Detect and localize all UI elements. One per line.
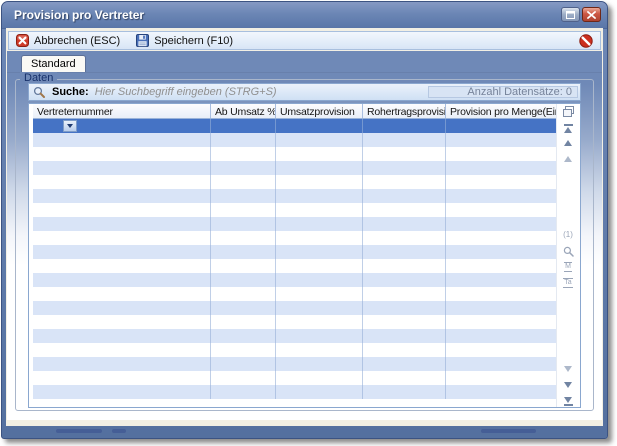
frame-grip bbox=[112, 429, 126, 433]
filter-icon[interactable]: Ta bbox=[560, 278, 576, 288]
page-up-icon[interactable] bbox=[560, 140, 576, 146]
column-header[interactable]: Vertreternummer bbox=[33, 104, 211, 118]
row-dropdown-button[interactable] bbox=[63, 120, 77, 132]
grid-rows bbox=[33, 119, 558, 399]
record-count-value: 0 bbox=[566, 86, 572, 98]
app-window: Provision pro Vertreter Abbrechen (ESC) S… bbox=[1, 1, 608, 439]
count-icon[interactable]: (1) bbox=[560, 230, 576, 239]
magnifier-icon bbox=[33, 86, 46, 99]
cancel-label: Abbrechen (ESC) bbox=[34, 35, 120, 47]
window-title: Provision pro Vertreter bbox=[14, 8, 144, 22]
frame-grip bbox=[481, 429, 536, 433]
save-button[interactable]: Speichern (F10) bbox=[136, 34, 233, 47]
table-row[interactable] bbox=[33, 133, 558, 147]
grid-nav-strip: (1) M Ta bbox=[556, 104, 580, 407]
table-row[interactable] bbox=[33, 217, 558, 231]
column-header[interactable]: Ab Umsatz % bbox=[211, 104, 276, 118]
restore-button[interactable] bbox=[561, 7, 580, 22]
sum-icon[interactable]: M bbox=[560, 262, 576, 272]
title-bar: Provision pro Vertreter bbox=[2, 2, 607, 29]
toolbar: Abbrechen (ESC) Speichern (F10) bbox=[8, 31, 601, 50]
tab-divider bbox=[7, 72, 602, 73]
go-first-icon[interactable] bbox=[560, 124, 576, 133]
client-area: Abbrechen (ESC) Speichern (F10) Standard bbox=[6, 28, 603, 426]
tab-standard[interactable]: Standard bbox=[21, 55, 86, 72]
record-count-label: Anzahl Datensätze: bbox=[467, 86, 562, 98]
table-row[interactable] bbox=[33, 385, 558, 399]
table-row[interactable] bbox=[33, 371, 558, 385]
table-row[interactable] bbox=[33, 259, 558, 273]
table-row[interactable] bbox=[33, 343, 558, 357]
table-row[interactable] bbox=[33, 273, 558, 287]
table-row[interactable] bbox=[33, 203, 558, 217]
toolbar-buttons: Abbrechen (ESC) Speichern (F10) bbox=[16, 34, 233, 47]
close-button[interactable] bbox=[582, 7, 601, 22]
step-up-icon[interactable] bbox=[560, 156, 576, 162]
red-x-icon bbox=[16, 34, 29, 47]
blocked-circle-icon[interactable] bbox=[579, 34, 593, 48]
table-row[interactable] bbox=[33, 329, 558, 343]
table-row[interactable] bbox=[33, 357, 558, 371]
frame-grip bbox=[56, 429, 102, 433]
search-input[interactable]: Hier Suchbegriff eingeben (STRG+S) bbox=[95, 86, 277, 98]
table-row[interactable] bbox=[33, 301, 558, 315]
close-icon bbox=[587, 11, 596, 19]
cancel-button[interactable]: Abbrechen (ESC) bbox=[16, 34, 120, 47]
data-grid: VertreternummerAb Umsatz %Umsatzprovisio… bbox=[28, 103, 581, 408]
column-header[interactable]: Rohertragsprovision bbox=[363, 104, 446, 118]
chevron-down-icon bbox=[67, 124, 73, 128]
grid-header-row: VertreternummerAb Umsatz %Umsatzprovisio… bbox=[33, 104, 558, 119]
table-row[interactable] bbox=[33, 315, 558, 329]
restore-icon bbox=[566, 11, 575, 19]
table-row[interactable] bbox=[33, 175, 558, 189]
screen: Provision pro Vertreter Abbrechen (ESC) S… bbox=[0, 0, 617, 446]
column-header[interactable]: Umsatzprovision bbox=[276, 104, 363, 118]
table-row[interactable] bbox=[33, 231, 558, 245]
step-down-icon[interactable] bbox=[560, 366, 576, 372]
search-icon[interactable] bbox=[560, 246, 576, 257]
select-all-icon[interactable] bbox=[560, 106, 576, 117]
tab-page: Standard Daten Suche: Hier Suchbeg bbox=[7, 51, 602, 420]
table-row[interactable] bbox=[33, 161, 558, 175]
record-count: Anzahl Datensätze: 0 bbox=[428, 86, 578, 98]
table-row[interactable] bbox=[33, 287, 558, 301]
save-label: Speichern (F10) bbox=[154, 35, 233, 47]
go-last-icon[interactable] bbox=[560, 397, 576, 406]
table-row[interactable] bbox=[33, 245, 558, 259]
column-header[interactable]: Provision pro Menge(Einheit) bbox=[446, 104, 558, 118]
selected-row[interactable] bbox=[33, 119, 558, 133]
table-row[interactable] bbox=[33, 147, 558, 161]
search-label: Suche: bbox=[52, 86, 89, 98]
groupbox-daten: Daten Suche: Hier Suchbegriff eingeben (… bbox=[15, 79, 594, 411]
floppy-disk-icon bbox=[136, 34, 149, 47]
search-bar: Suche: Hier Suchbegriff eingeben (STRG+S… bbox=[28, 83, 581, 101]
table-row[interactable] bbox=[33, 189, 558, 203]
page-down-icon[interactable] bbox=[560, 382, 576, 388]
